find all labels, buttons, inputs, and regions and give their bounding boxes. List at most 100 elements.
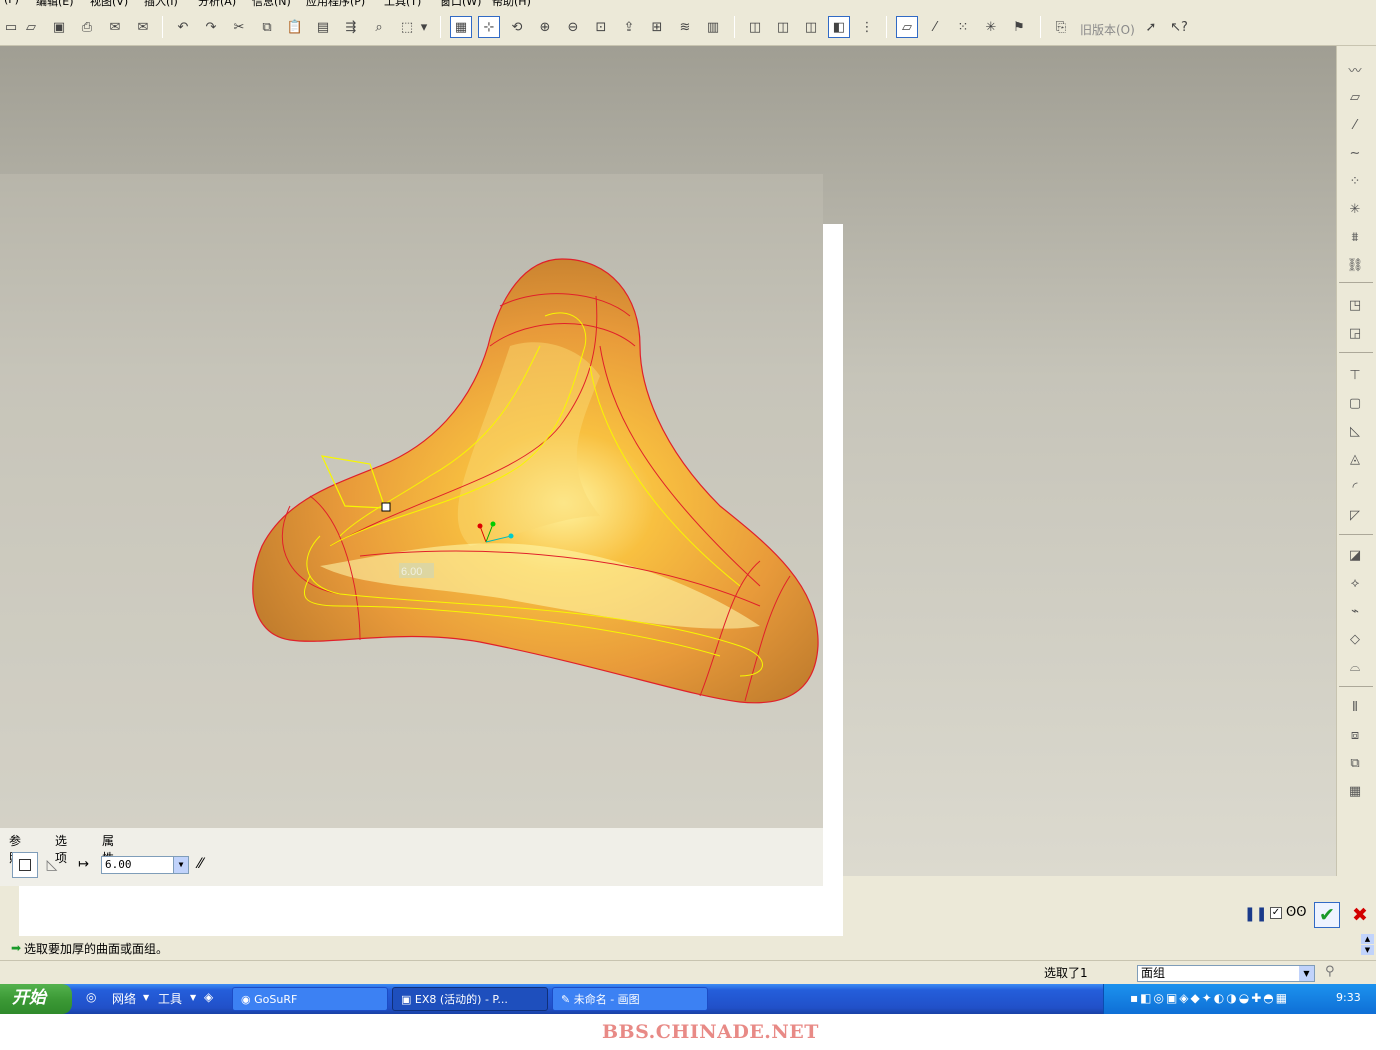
taskbar-item-paint[interactable]: ✎ 未命名 - 画图 <box>552 987 708 1011</box>
chain-icon[interactable]: ⛓ <box>1343 254 1367 276</box>
revolve-tool-icon[interactable]: ⟡ <box>1343 572 1367 594</box>
reorient-icon[interactable]: ⇪ <box>618 16 640 38</box>
hidden-line-icon[interactable]: ◫ <box>772 16 794 38</box>
refit-icon[interactable]: ⊡ <box>590 16 612 38</box>
pattern-tool-icon[interactable]: ▦ <box>1343 780 1367 802</box>
quicklaunch-ie-icon[interactable]: ◎ <box>86 990 96 1004</box>
datum-curve-tool-icon[interactable]: ∼ <box>1343 142 1367 164</box>
flip-direction-icon[interactable]: ⁄⁄ <box>198 856 203 872</box>
paste-special-icon[interactable]: ▤ <box>312 16 334 38</box>
no-hidden-icon[interactable]: ◫ <box>800 16 822 38</box>
menu-item-help[interactable]: 帮助(H) <box>492 0 531 8</box>
hole-tool-icon[interactable]: ⊤ <box>1343 364 1367 386</box>
intersect-tool-icon[interactable]: ⧉ <box>1343 752 1367 774</box>
copy-icon[interactable]: ⧉ <box>256 16 278 38</box>
coordinate-systems-icon[interactable]: ✳ <box>980 16 1002 38</box>
find-icon[interactable]: ⌕ <box>368 16 390 38</box>
thickness-input[interactable]: 6.00 ▼ <box>101 856 189 874</box>
message-scroll-up[interactable]: ▲ <box>1361 934 1374 944</box>
round-tool-icon[interactable]: ◜ <box>1343 476 1367 498</box>
draft-tool-icon[interactable]: ◬ <box>1343 448 1367 470</box>
coordinate-system-tool-icon[interactable]: ✳ <box>1343 198 1367 220</box>
accept-button[interactable]: ✔ <box>1314 902 1340 928</box>
remove-material-button[interactable]: ◺ <box>42 855 62 875</box>
sweep-tool-icon[interactable]: ⌁ <box>1343 600 1367 622</box>
datum-points-icon[interactable]: ⁙ <box>952 16 974 38</box>
chevron-down-icon[interactable]: ▼ <box>1299 966 1314 981</box>
mail-link-icon[interactable]: ✉ <box>132 16 154 38</box>
datum-axes-icon[interactable]: ⁄ <box>924 16 946 38</box>
wireframe-icon[interactable]: ◫ <box>744 16 766 38</box>
quicklaunch-app-icon[interactable]: ◈ <box>204 990 213 1004</box>
pause-icon[interactable]: ❚❚ <box>1244 906 1267 922</box>
dimension-label[interactable]: 6.00 <box>401 566 422 578</box>
shell-tool-icon[interactable]: ▢ <box>1343 392 1367 414</box>
sketch-intent-icon[interactable]: ◲ <box>1343 322 1367 344</box>
solid-thicken-button[interactable] <box>12 852 38 878</box>
legacy-button[interactable]: 旧版本(O) <box>1080 21 1135 38</box>
graphics-window[interactable]: 6.00 <box>0 46 1336 876</box>
next-icon[interactable]: ➚ <box>1140 16 1162 38</box>
repaint-icon[interactable]: ▦ <box>450 16 472 38</box>
menu-item-insert[interactable]: 插入(I) <box>144 0 178 8</box>
lock-icon[interactable]: ⚲ <box>1325 964 1335 979</box>
message-scroll-down[interactable]: ▼ <box>1361 945 1374 955</box>
menu-item-file[interactable]: (F) <box>4 0 19 6</box>
paste-icon[interactable]: 📋 <box>284 16 306 38</box>
selection-filter-select[interactable]: 面组 ▼ <box>1137 965 1315 982</box>
regenerate-icon[interactable]: ⇶ <box>340 16 362 38</box>
datum-point-tool-icon[interactable]: ⁘ <box>1343 170 1367 192</box>
new-icon[interactable]: ▭ <box>0 16 22 38</box>
saved-views-icon[interactable]: ⊞ <box>646 16 668 38</box>
view-manager-icon[interactable]: ▥ <box>702 16 724 38</box>
menu-item-analysis[interactable]: 分析(A) <box>198 0 236 8</box>
datum-plane-tool-icon[interactable]: ▱ <box>1343 86 1367 108</box>
zoom-out-icon[interactable]: ⊖ <box>562 16 584 38</box>
thickness-dropdown-icon[interactable]: ▼ <box>173 857 188 873</box>
send-mail-icon[interactable]: ✉ <box>104 16 126 38</box>
cancel-button[interactable]: ✖ <box>1348 903 1372 927</box>
undo-icon[interactable]: ↶ <box>172 16 194 38</box>
legacy-icon[interactable]: ⎘ <box>1050 16 1072 38</box>
chevron-down-icon[interactable]: ▼ <box>190 993 196 1002</box>
menu-item-tools[interactable]: 工具(T) <box>384 0 421 8</box>
menu-item-view[interactable]: 视图(V) <box>90 0 128 8</box>
shading-icon[interactable]: ◧ <box>828 16 850 38</box>
context-help-icon[interactable]: ↖? <box>1168 16 1190 38</box>
sketch-tool-icon[interactable]: ◳ <box>1343 294 1367 316</box>
preview-checkbox[interactable]: ✓ <box>1270 907 1282 919</box>
start-button[interactable]: 开始 <box>0 984 72 1014</box>
clock[interactable]: 9:33 <box>1336 991 1361 1004</box>
taskbar-item-gosurf[interactable]: ◉ GoSuRF <box>232 987 388 1011</box>
spin-center-icon[interactable]: ⊹ <box>478 16 500 38</box>
menu-item-info[interactable]: 信息(N) <box>252 0 291 8</box>
cut-icon[interactable]: ✂ <box>228 16 250 38</box>
menu-item-window[interactable]: 窗口(W) <box>440 0 481 8</box>
rib-tool-icon[interactable]: ◺ <box>1343 420 1367 442</box>
menu-item-edit[interactable]: 编辑(E) <box>36 0 74 8</box>
analysis-feature-icon[interactable]: ⩩ <box>1343 226 1367 248</box>
annotations-icon[interactable]: ⚑ <box>1008 16 1030 38</box>
model-canvas[interactable]: 6.00 <box>0 46 1336 876</box>
chamfer-tool-icon[interactable]: ◸ <box>1343 504 1367 526</box>
tray-icons[interactable]: ▪◧◎▣◈◆✦◐◑◒✚◓▦ <box>1130 991 1289 1005</box>
print-icon[interactable]: ⎙ <box>76 16 98 38</box>
zoom-in-icon[interactable]: ⊕ <box>534 16 556 38</box>
extrude-tool-icon[interactable]: ◪ <box>1343 544 1367 566</box>
chevron-down-icon[interactable]: ▼ <box>143 993 149 1002</box>
layers-icon[interactable]: ≋ <box>674 16 696 38</box>
blend-tool-icon[interactable]: ◇ <box>1343 628 1367 650</box>
menu-item-applications[interactable]: 应用程序(P) <box>306 0 365 8</box>
taskbar-item-proe[interactable]: ▣ EX8 (活动的) - P... <box>392 987 548 1011</box>
model-tree-icon[interactable]: ⋮ <box>856 16 878 38</box>
save-icon[interactable]: ▣ <box>48 16 70 38</box>
quicklaunch-network[interactable]: 网络 <box>112 990 136 1007</box>
datum-axis-tool-icon[interactable]: ⁄ <box>1343 114 1367 136</box>
select-box-icon[interactable]: ⬚ <box>396 16 418 38</box>
quicklaunch-tools[interactable]: 工具 <box>158 990 182 1007</box>
verify-preview-icon[interactable]: ʘʘ <box>1286 905 1306 920</box>
redo-icon[interactable]: ↷ <box>200 16 222 38</box>
datum-planes-icon[interactable]: ▱ <box>896 16 918 38</box>
merge-tool-icon[interactable]: ⧈ <box>1343 724 1367 746</box>
datum-display-icon[interactable]: 〰 <box>1343 58 1367 80</box>
